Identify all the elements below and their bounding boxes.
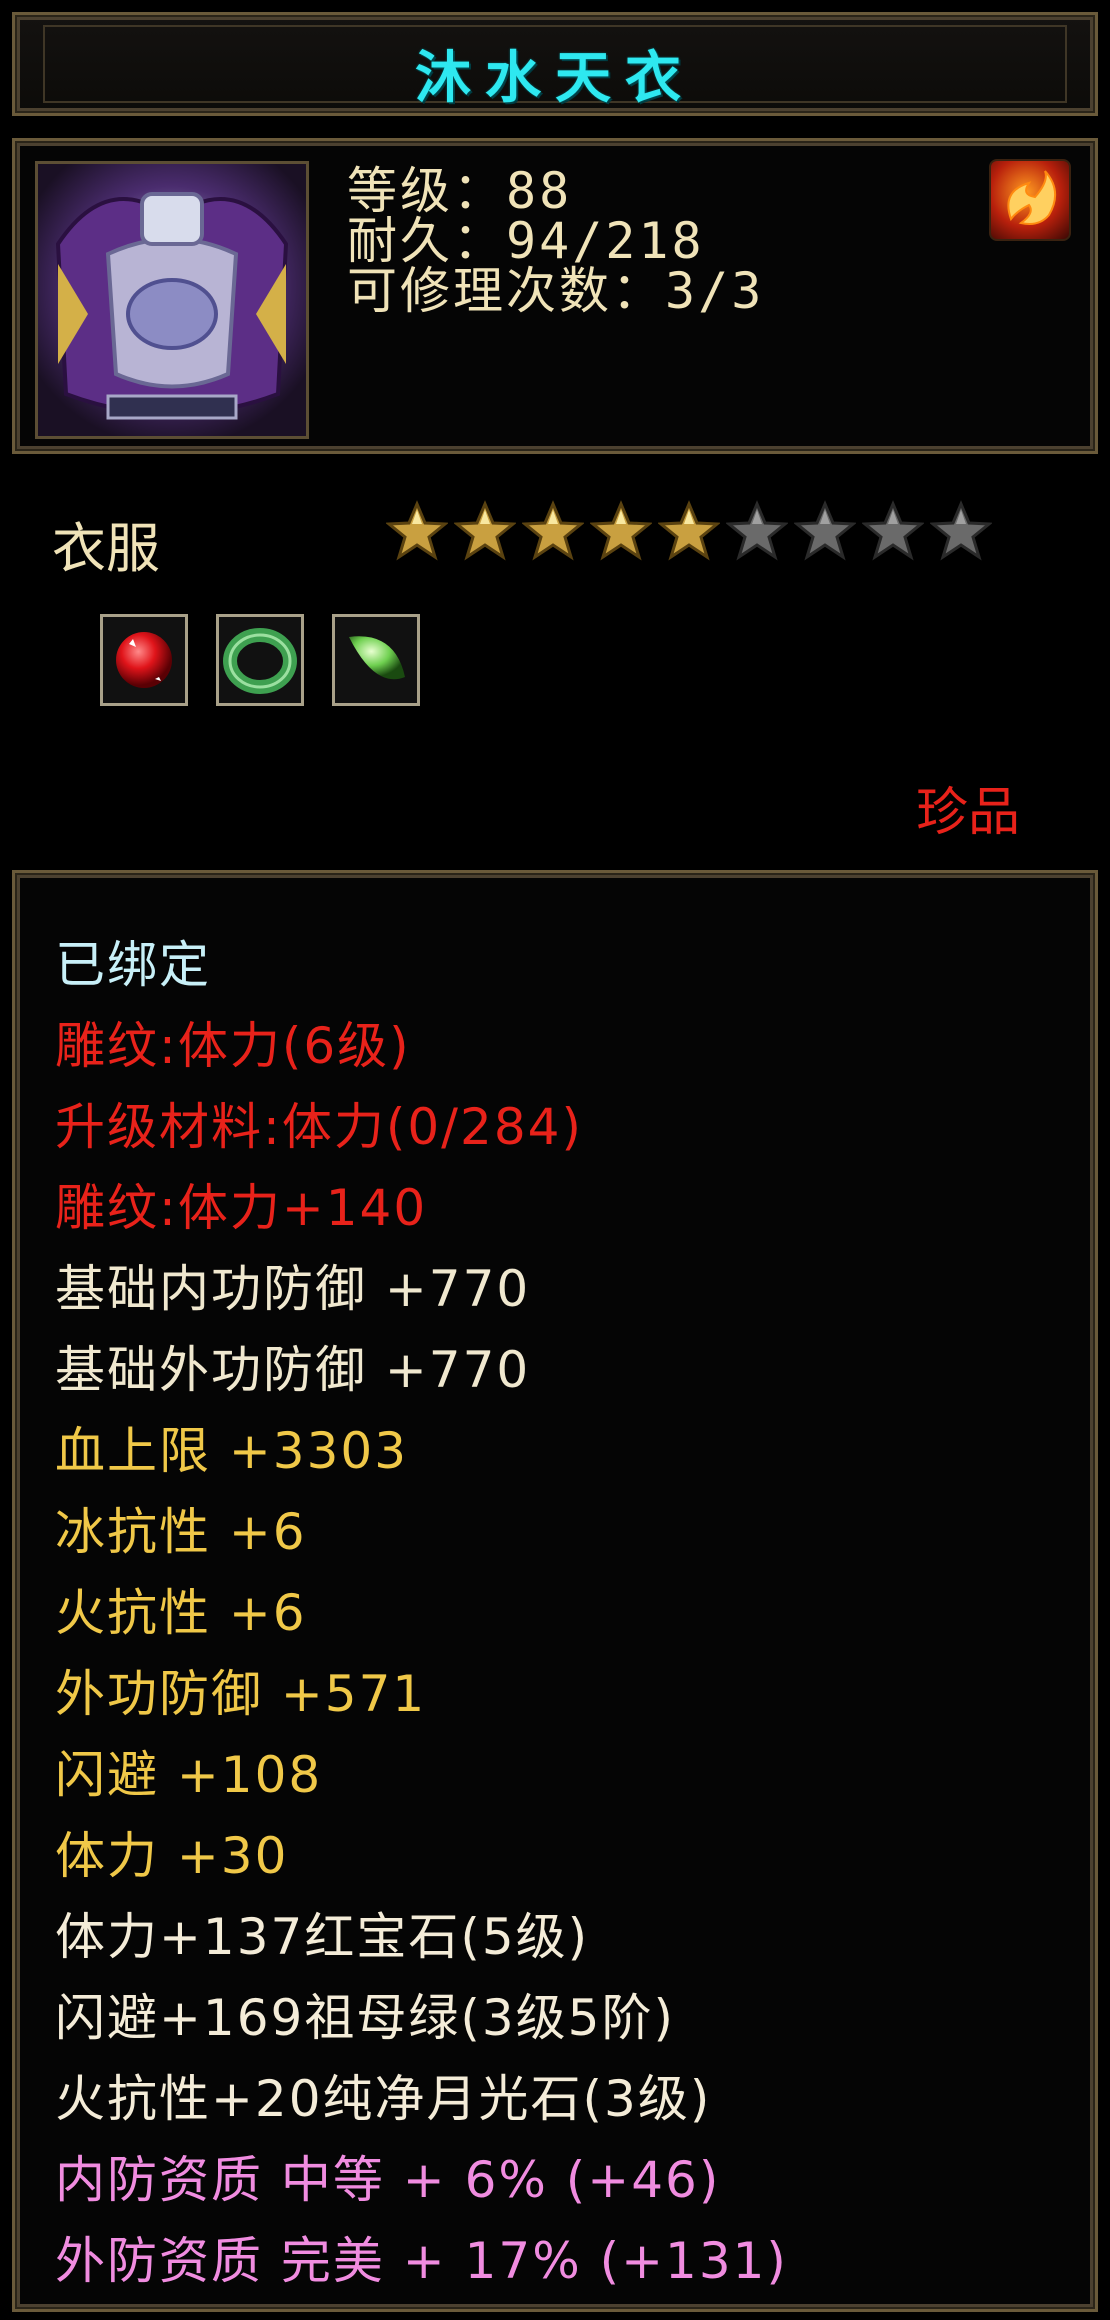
item-repair-count: 可修理次数：3/3: [347, 262, 765, 320]
attribute-line: 血上限 +3303: [55, 1422, 409, 1480]
star-empty-icon: [862, 500, 924, 561]
attribute-line: 外防资质 完美 + 17% (+131): [55, 2232, 788, 2290]
attribute-line: 基础外功防御 +770: [55, 1341, 531, 1399]
moonstone-gem-icon: [349, 636, 405, 680]
ruby-gem-icon: [116, 632, 172, 688]
star-filled-icon: [658, 500, 720, 561]
item-name: 沐水天衣: [415, 46, 695, 111]
star-empty-icon: [726, 500, 788, 561]
attribute-line: 雕纹:体力+140: [55, 1179, 428, 1237]
star-empty-icon: [794, 500, 856, 561]
attribute-line: 火抗性 +6: [55, 1584, 307, 1642]
attribute-line: 体力+137红宝石(5级): [55, 1908, 590, 1966]
armor-portrait-icon[interactable]: [35, 161, 309, 439]
star-empty-icon: [930, 500, 992, 561]
attribute-line: 升级材料:体力(0/284): [55, 1098, 583, 1156]
title-bar: 沐水天衣: [12, 12, 1098, 116]
item-type-label: 衣服: [52, 517, 160, 580]
attribute-line: 冰抗性 +6: [55, 1503, 307, 1561]
gem-slot-2[interactable]: [216, 614, 304, 706]
attribute-line: 雕纹:体力(6级): [55, 1017, 411, 1075]
attribute-line: 外功防御 +571: [55, 1665, 427, 1723]
star-rating: [386, 500, 992, 570]
star-filled-icon: [454, 500, 516, 561]
attribute-line: 已绑定: [55, 936, 211, 994]
attribute-list: 已绑定雕纹:体力(6级) 升级材料:体力(0/284) 雕纹:体力+140 基础内功防…: [55, 925, 1075, 2302]
attribute-line: 火抗性+20纯净月光石(3级): [55, 2070, 712, 2128]
rarity-label: 珍品: [916, 783, 1021, 843]
gem-slot-3[interactable]: [332, 614, 420, 706]
attributes-panel: 已绑定雕纹:体力(6级) 升级材料:体力(0/284) 雕纹:体力+140 基础内功防…: [12, 870, 1098, 2312]
star-filled-icon: [590, 500, 652, 561]
jade-ring-icon: [223, 628, 297, 694]
attribute-line: 内防资质 中等 + 6% (+46): [55, 2151, 721, 2209]
item-info-panel: 等级：88 耐久：94/218 可修理次数：3/3: [12, 138, 1098, 454]
fire-school-icon[interactable]: [989, 159, 1071, 241]
star-filled-icon: [386, 500, 448, 561]
attribute-line: 闪避+169祖母绿(3级5阶): [55, 1989, 675, 2047]
gem-slot-1[interactable]: [100, 614, 188, 706]
attribute-line: 体力 +30: [55, 1827, 289, 1885]
attribute-line: 闪避 +108: [55, 1746, 323, 1804]
star-filled-icon: [522, 500, 584, 561]
attribute-line: 基础内功防御 +770: [55, 1260, 531, 1318]
